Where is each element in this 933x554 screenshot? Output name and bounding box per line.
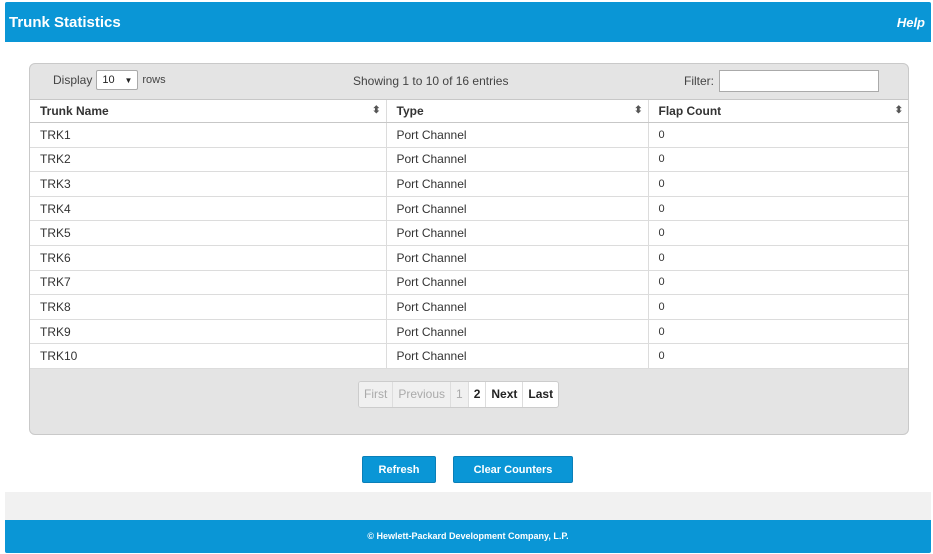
cell-flap-count: 0 bbox=[647, 147, 908, 173]
display-control: Display 10 ▼ rows bbox=[53, 70, 166, 90]
cell-trunk-name: TRK2 bbox=[30, 147, 386, 173]
cell-type: Port Channel bbox=[385, 294, 648, 320]
cell-trunk-name: TRK9 bbox=[30, 319, 386, 345]
pagination-previous: Previous bbox=[393, 382, 452, 407]
table-row: TRK2 Port Channel 0 bbox=[30, 147, 908, 173]
page-title: Trunk Statistics bbox=[9, 14, 121, 31]
cell-trunk-name: TRK6 bbox=[30, 245, 386, 271]
trunk-table: Trunk Name ⬍ Type ⬍ Flap Count ⬍ TRK1 Po… bbox=[30, 99, 908, 369]
cell-flap-count: 0 bbox=[647, 220, 908, 246]
table-row: TRK4 Port Channel 0 bbox=[30, 196, 908, 222]
cell-trunk-name: TRK8 bbox=[30, 294, 386, 320]
cell-flap-count: 0 bbox=[647, 270, 908, 296]
pagination-first: First bbox=[359, 382, 394, 407]
table-row: TRK5 Port Channel 0 bbox=[30, 220, 908, 246]
cell-type: Port Channel bbox=[385, 147, 648, 173]
cell-flap-count: 0 bbox=[647, 122, 908, 148]
table-toolbar: Display 10 ▼ rows Showing 1 to 10 of 16 … bbox=[30, 64, 908, 99]
clear-counters-button[interactable]: Clear Counters bbox=[453, 456, 573, 483]
cell-trunk-name: TRK5 bbox=[30, 220, 386, 246]
table-row: TRK1 Port Channel 0 bbox=[30, 122, 908, 148]
rows-label: rows bbox=[142, 74, 166, 86]
help-link[interactable]: Help bbox=[897, 15, 925, 30]
display-label: Display bbox=[53, 73, 93, 87]
table-row: TRK6 Port Channel 0 bbox=[30, 245, 908, 271]
table-header-row: Trunk Name ⬍ Type ⬍ Flap Count ⬍ bbox=[30, 99, 908, 123]
caret-down-icon: ▼ bbox=[124, 75, 133, 85]
sort-icon: ⬍ bbox=[894, 105, 903, 116]
sort-icon: ⬍ bbox=[634, 105, 643, 116]
filter-input[interactable] bbox=[719, 70, 879, 92]
cell-type: Port Channel bbox=[385, 196, 648, 222]
table-panel: Display 10 ▼ rows Showing 1 to 10 of 16 … bbox=[29, 63, 909, 435]
cell-flap-count: 0 bbox=[647, 319, 908, 345]
title-bar: Trunk Statistics Help bbox=[5, 2, 931, 42]
cell-flap-count: 0 bbox=[647, 245, 908, 271]
content-area: Display 10 ▼ rows Showing 1 to 10 of 16 … bbox=[5, 42, 931, 492]
cell-flap-count: 0 bbox=[647, 196, 908, 222]
cell-trunk-name: TRK3 bbox=[30, 171, 386, 197]
column-header-label: Type bbox=[396, 104, 424, 118]
pagination: First Previous 1 2 Next Last bbox=[358, 381, 560, 408]
cell-type: Port Channel bbox=[385, 171, 648, 197]
filter-control: Filter: bbox=[684, 70, 879, 92]
column-header-trunk-name[interactable]: Trunk Name ⬍ bbox=[30, 99, 386, 123]
cell-trunk-name: TRK4 bbox=[30, 196, 386, 222]
footer-copyright: © Hewlett-Packard Development Company, L… bbox=[5, 520, 931, 553]
pagination-next[interactable]: Next bbox=[486, 382, 524, 407]
column-header-label: Trunk Name bbox=[40, 104, 109, 118]
pagination-last[interactable]: Last bbox=[523, 382, 558, 407]
cell-flap-count: 0 bbox=[647, 294, 908, 320]
table-body: TRK1 Port Channel 0 TRK2 Port Channel 0 TRK3 Po… bbox=[30, 122, 908, 369]
cell-type: Port Channel bbox=[385, 319, 648, 345]
cell-type: Port Channel bbox=[385, 270, 648, 296]
cell-trunk-name: TRK10 bbox=[30, 343, 386, 369]
table-row: TRK10 Port Channel 0 bbox=[30, 343, 908, 369]
column-header-flap-count[interactable]: Flap Count ⬍ bbox=[647, 99, 908, 123]
cell-trunk-name: TRK1 bbox=[30, 122, 386, 148]
pagination-page-2[interactable]: 2 bbox=[469, 382, 487, 407]
table-row: TRK9 Port Channel 0 bbox=[30, 319, 908, 345]
table-row: TRK8 Port Channel 0 bbox=[30, 294, 908, 320]
column-header-label: Flap Count bbox=[658, 104, 722, 118]
table-row: TRK3 Port Channel 0 bbox=[30, 171, 908, 197]
cell-type: Port Channel bbox=[385, 343, 648, 369]
cell-flap-count: 0 bbox=[647, 171, 908, 197]
column-header-type[interactable]: Type ⬍ bbox=[385, 99, 648, 123]
cell-trunk-name: TRK7 bbox=[30, 270, 386, 296]
window-frame: Trunk Statistics Help Display 10 ▼ rows … bbox=[5, 2, 931, 553]
rows-per-page-select[interactable]: 10 ▼ bbox=[96, 70, 139, 90]
sort-icon: ⬍ bbox=[372, 105, 381, 116]
cell-type: Port Channel bbox=[385, 122, 648, 148]
rows-per-page-value: 10 bbox=[102, 74, 115, 86]
refresh-button[interactable]: Refresh bbox=[362, 456, 436, 483]
entries-info: Showing 1 to 10 of 16 entries bbox=[353, 74, 509, 88]
cell-type: Port Channel bbox=[385, 220, 648, 246]
filter-label: Filter: bbox=[684, 74, 714, 88]
table-row: TRK7 Port Channel 0 bbox=[30, 270, 908, 296]
cell-flap-count: 0 bbox=[647, 343, 908, 369]
cell-type: Port Channel bbox=[385, 245, 648, 271]
pagination-page-1: 1 bbox=[451, 382, 469, 407]
